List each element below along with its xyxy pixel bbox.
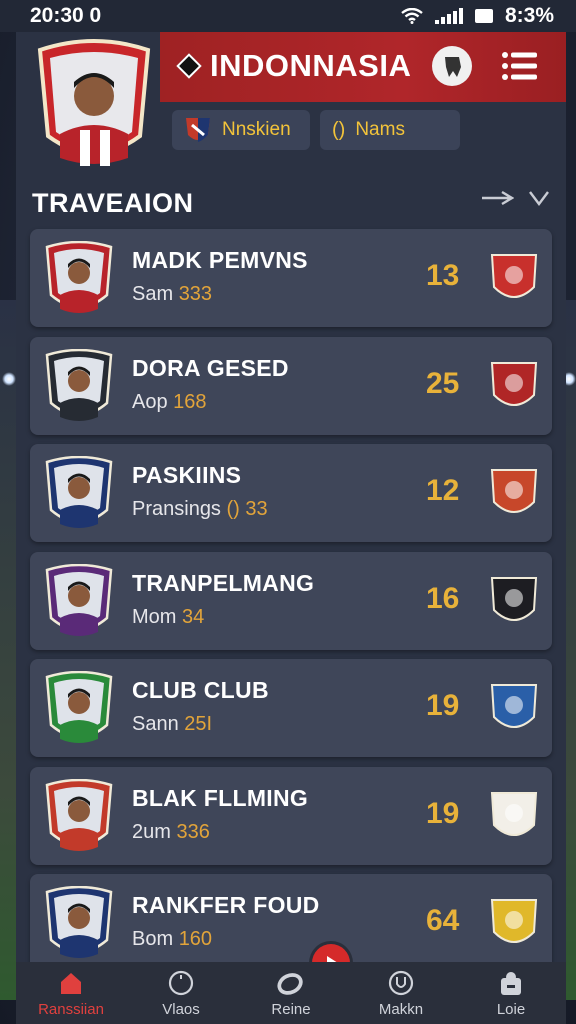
- player-card[interactable]: TRANPELMANG Mom 34 16: [30, 552, 552, 650]
- player-name: TRANPELMANG: [132, 570, 315, 596]
- battery-percent: 8:3%: [504, 4, 554, 27]
- club-badge-icon[interactable]: [488, 896, 540, 952]
- player-score: 64: [426, 904, 460, 937]
- player-card[interactable]: DORA GESED Aop 168 25: [30, 337, 552, 435]
- player-stat: Aop 168: [132, 391, 207, 414]
- player-name: PASKIINS: [132, 462, 242, 488]
- player-card[interactable]: MADK PEMVNS Sam 333 13: [30, 229, 552, 327]
- nav-label: Ranssiian: [38, 1000, 104, 1018]
- player-crest-icon: [45, 241, 113, 313]
- player-name: CLUB CLUB: [132, 677, 269, 703]
- player-card[interactable]: CLUB CLUB Sann 25I 19: [30, 659, 552, 757]
- player-stat-value: 25I: [184, 713, 213, 735]
- player-card[interactable]: BLAK FLLMING 2um 336 19: [30, 767, 552, 865]
- shield-icon: [186, 118, 210, 142]
- battery-icon: [474, 9, 493, 23]
- player-stat-value: () 33: [226, 498, 268, 520]
- featured-player-crest[interactable]: [36, 38, 152, 178]
- chevron-down-icon[interactable]: [528, 190, 550, 206]
- circle-icon: [167, 969, 195, 997]
- player-name: MADK PEMVNS: [132, 247, 308, 273]
- player-score: 19: [426, 797, 460, 830]
- home-icon: [57, 969, 85, 997]
- country-name: INDONNASIA: [210, 48, 412, 83]
- nav-reine[interactable]: Reine: [246, 969, 336, 1018]
- club-badge-icon[interactable]: [488, 466, 540, 522]
- diamond-icon: [176, 53, 202, 79]
- bottom-navigation: Ranssiian Vlaos Reine Makkn Loie: [16, 962, 566, 1024]
- signal-icon: [434, 8, 463, 24]
- section-title: TRAVEAION: [32, 188, 194, 218]
- player-stat-label: Mom: [132, 606, 182, 628]
- player-stat-label: 2um: [132, 821, 177, 843]
- player-score: 16: [426, 582, 460, 615]
- nav-label: Makkn: [378, 1000, 424, 1018]
- chip-nams[interactable]: () Nams: [320, 110, 460, 150]
- chip-label: Nnskien: [222, 119, 291, 140]
- player-stat-label: Aop: [132, 391, 174, 413]
- player-score: 13: [426, 259, 460, 292]
- player-stat-value: 168: [173, 391, 207, 413]
- player-stat: Bom 160: [132, 928, 212, 951]
- player-score: 19: [426, 689, 460, 722]
- club-badge-icon[interactable]: [488, 789, 540, 845]
- player-stat-label: Pransings: [132, 498, 227, 520]
- stadium-light: [2, 372, 16, 386]
- player-stat-label: Bom: [132, 928, 179, 950]
- country-title: INDONNASIA: [176, 48, 412, 84]
- player-stat: Sam 333: [132, 283, 212, 306]
- mascot-icon: [445, 57, 461, 77]
- player-score: 12: [426, 474, 460, 507]
- player-card[interactable]: RANKFER FOUD Bom 160 64: [30, 874, 552, 972]
- nav-label: Reine: [271, 1000, 311, 1018]
- player-stat: Mom 34: [132, 606, 204, 629]
- wifi-icon: [401, 8, 423, 24]
- player-stat-value: 336: [176, 821, 210, 843]
- player-stat-value: 34: [182, 606, 205, 628]
- nav-label: Loie: [496, 1000, 526, 1018]
- arrow-icon[interactable]: [480, 190, 514, 206]
- player-name: RANKFER FOUD: [132, 892, 320, 918]
- player-stat: 2um 336: [132, 821, 210, 844]
- list-menu-icon: [502, 52, 537, 80]
- nav-loie[interactable]: Loie: [466, 969, 556, 1018]
- chip-icon: (): [332, 118, 346, 141]
- player-crest-icon: [45, 349, 113, 421]
- player-crest-icon: [45, 456, 113, 528]
- club-badge-icon[interactable]: [488, 574, 540, 630]
- nav-makkn[interactable]: Makkn: [356, 969, 446, 1018]
- player-score: 25: [426, 367, 460, 400]
- player-stat-label: Sann: [132, 713, 185, 735]
- player-crest-icon: [45, 671, 113, 743]
- player-stat-value: 333: [178, 283, 213, 305]
- club-badge-icon[interactable]: [488, 251, 540, 307]
- player-stat: Pransings () 33: [132, 498, 268, 521]
- u-icon: [387, 969, 415, 997]
- chip-label: Nams: [355, 119, 405, 140]
- nav-label: Vlaos: [162, 1000, 200, 1018]
- player-crest-icon: [45, 779, 113, 851]
- chip-nnskien[interactable]: Nnskien: [172, 110, 310, 150]
- player-crest-icon: [45, 564, 113, 636]
- club-badge-icon[interactable]: [488, 681, 540, 737]
- section-controls: [480, 190, 550, 206]
- player-stat-value: 160: [178, 928, 213, 950]
- player-crest-icon: [45, 886, 113, 958]
- player-stat: Sann 25I: [132, 713, 212, 736]
- ring-icon: [277, 969, 305, 997]
- player-name: BLAK FLLMING: [132, 785, 309, 811]
- lock-icon: [497, 969, 525, 997]
- player-stat-label: Sam: [132, 283, 179, 305]
- nav-home[interactable]: Ranssiian: [26, 969, 116, 1018]
- player-card[interactable]: PASKIINS Pransings () 33 12: [30, 444, 552, 542]
- status-time: 20:30 0: [30, 4, 102, 27]
- club-badge-icon[interactable]: [488, 359, 540, 415]
- status-bar: 20:30 0 8:3%: [0, 0, 576, 32]
- nav-vlaos[interactable]: Vlaos: [136, 969, 226, 1018]
- player-name: DORA GESED: [132, 355, 289, 381]
- menu-button[interactable]: [500, 46, 540, 86]
- profile-avatar-button[interactable]: [432, 46, 472, 86]
